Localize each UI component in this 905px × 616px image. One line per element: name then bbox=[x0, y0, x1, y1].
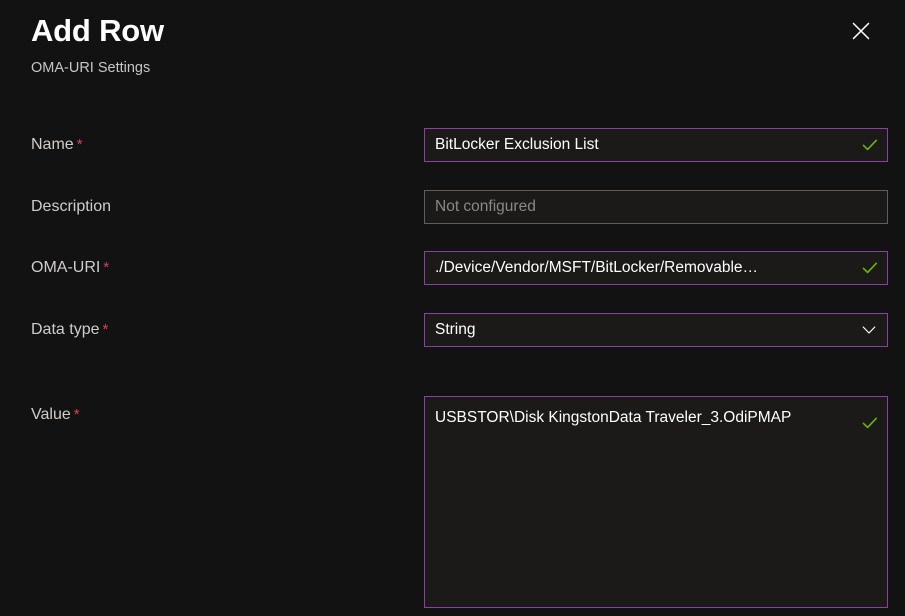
control-data-type: String bbox=[424, 313, 888, 347]
oma-uri-settings-form: Name * BitLocker Exclusion List Descripti… bbox=[0, 0, 905, 616]
control-name: BitLocker Exclusion List bbox=[424, 128, 888, 162]
control-description: Not configured bbox=[424, 190, 888, 224]
required-asterisk-name: * bbox=[76, 136, 83, 153]
valid-check-icon-value bbox=[861, 414, 879, 432]
chevron-down-icon bbox=[861, 322, 877, 338]
label-name: Name * bbox=[31, 136, 83, 153]
valid-check-icon-name bbox=[861, 136, 879, 154]
description-input[interactable]: Not configured bbox=[424, 190, 888, 224]
name-input[interactable]: BitLocker Exclusion List bbox=[424, 128, 888, 162]
description-input-placeholder: Not configured bbox=[435, 198, 536, 215]
oma-uri-input[interactable]: ./Device/Vendor/MSFT/BitLocker/Removable… bbox=[424, 251, 888, 285]
data-type-select[interactable]: String bbox=[424, 313, 888, 347]
label-value: Value * bbox=[31, 406, 80, 423]
oma-uri-input-value: ./Device/Vendor/MSFT/BitLocker/Removable… bbox=[435, 259, 759, 276]
data-type-select-value: String bbox=[435, 321, 476, 338]
valid-check-icon-oma-uri bbox=[861, 259, 879, 277]
label-description: Description bbox=[31, 198, 112, 215]
add-row-panel: Add Row OMA-URI Settings Name * BitLocker… bbox=[0, 0, 905, 616]
control-oma-uri: ./Device/Vendor/MSFT/BitLocker/Removable… bbox=[424, 251, 888, 285]
value-textarea[interactable]: USBSTOR\Disk KingstonData Traveler_3.Odi… bbox=[424, 396, 888, 608]
value-textarea-value: USBSTOR\Disk KingstonData Traveler_3.Odi… bbox=[435, 409, 792, 426]
required-asterisk-oma-uri: * bbox=[103, 259, 110, 276]
control-value: USBSTOR\Disk KingstonData Traveler_3.Odi… bbox=[424, 396, 888, 608]
label-data-type: Data type * bbox=[31, 321, 109, 338]
name-input-value: BitLocker Exclusion List bbox=[435, 136, 599, 153]
required-asterisk-value: * bbox=[73, 406, 80, 423]
required-asterisk-data-type: * bbox=[102, 321, 109, 338]
label-oma-uri: OMA-URI * bbox=[31, 259, 110, 276]
